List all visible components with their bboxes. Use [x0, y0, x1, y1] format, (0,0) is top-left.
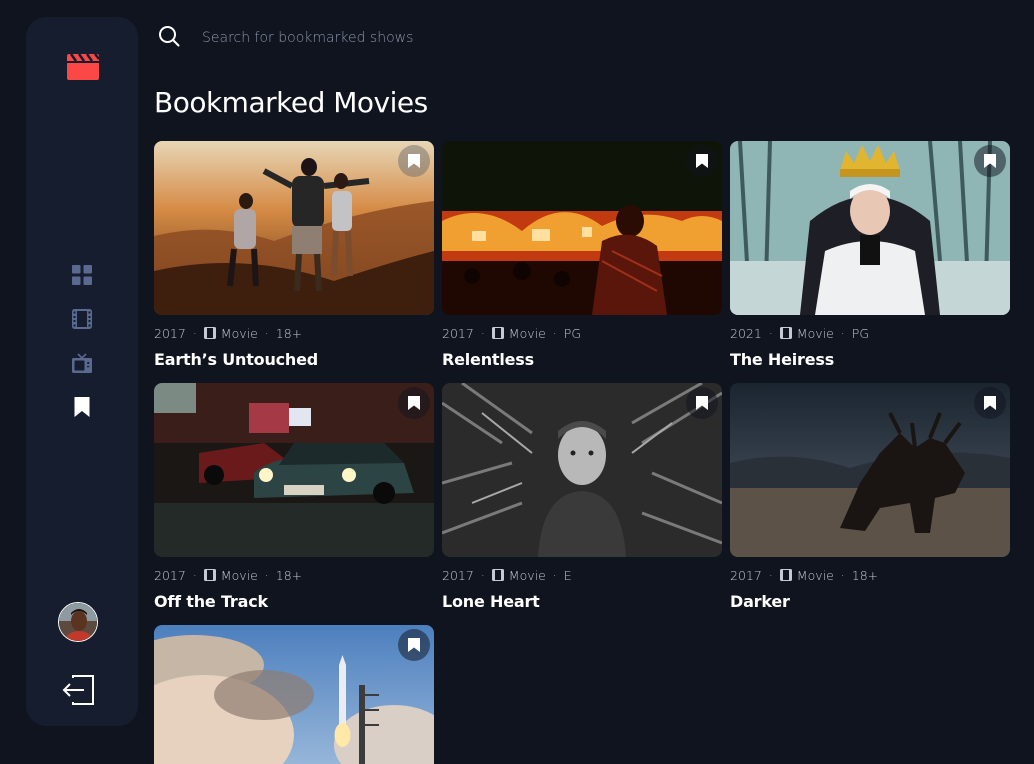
film-icon[interactable] [72, 309, 92, 329]
crowned-queen-image [730, 141, 1010, 315]
movie-category: Movie [796, 325, 834, 341]
movie-thumbnail[interactable] [442, 141, 722, 315]
boy-in-pines-image [442, 383, 722, 557]
bookmark-button[interactable] [686, 387, 718, 419]
bookmark-icon [408, 154, 420, 168]
movie-year: 2017 [442, 325, 474, 341]
page-title: Bookmarked Movies [154, 86, 428, 119]
movie-rating: 18+ [275, 325, 303, 341]
dark-creature-image [730, 383, 1010, 557]
tv-icon[interactable] [72, 353, 92, 373]
movie-card[interactable]: 2017 · Movie · 18+ Darker [730, 383, 1010, 611]
film-icon [491, 569, 504, 581]
movie-meta: 2021 · Movie · PG [730, 325, 870, 341]
bookmark-icon [984, 154, 996, 168]
film-icon [779, 327, 792, 339]
movie-rating: E [563, 567, 572, 583]
grid-icon[interactable] [72, 265, 92, 285]
movie-card[interactable]: 2017 · Movie · 18+ Earth’s Untouched [154, 141, 434, 369]
movie-rating: PG [851, 325, 870, 341]
movie-category: Movie [220, 567, 258, 583]
logout-icon[interactable] [62, 673, 96, 707]
movie-title[interactable]: Off the Track [154, 592, 434, 611]
cars-garage-image [154, 383, 434, 557]
movie-category: Movie [508, 567, 546, 583]
movie-category: Movie [508, 325, 546, 341]
film-icon [203, 569, 216, 581]
movie-rating: 18+ [275, 567, 303, 583]
bookmark-icon [408, 396, 420, 410]
bookmark-button[interactable] [974, 387, 1006, 419]
movie-meta: 2017 · Movie · 18+ [154, 325, 303, 341]
movie-thumbnail[interactable] [442, 383, 722, 557]
bookmark-icon [696, 396, 708, 410]
movie-meta: 2017 · Movie · E [442, 567, 572, 583]
bookmark-button[interactable] [974, 145, 1006, 177]
search-bar [158, 25, 998, 51]
bookmark-icon [984, 396, 996, 410]
movie-thumbnail[interactable] [730, 383, 1010, 557]
movie-year: 2017 [154, 567, 186, 583]
bookmark-button[interactable] [686, 145, 718, 177]
film-icon [203, 327, 216, 339]
movie-title[interactable]: Relentless [442, 350, 722, 369]
film-icon [779, 569, 792, 581]
fire-crowd-image [442, 141, 722, 315]
movie-category: Movie [220, 325, 258, 341]
film-icon [491, 327, 504, 339]
movie-meta: 2017 · Movie · 18+ [154, 567, 303, 583]
movie-year: 2021 [730, 325, 762, 341]
movie-thumbnail[interactable] [154, 383, 434, 557]
movie-card[interactable]: 2017 · Movie · E Lone Heart [442, 383, 722, 611]
movie-card[interactable]: 2017 · Movie · 18+ Off the Track [154, 383, 434, 611]
bookmark-icon [408, 638, 420, 652]
movie-title[interactable]: Earth’s Untouched [154, 350, 434, 369]
movie-rating: PG [563, 325, 582, 341]
movie-clapper-icon[interactable] [67, 54, 99, 80]
bookmark-button[interactable] [398, 145, 430, 177]
movie-year: 2017 [442, 567, 474, 583]
bookmark-icon[interactable] [72, 397, 92, 417]
movie-meta: 2017 · Movie · 18+ [730, 567, 879, 583]
movie-title[interactable]: Darker [730, 592, 1010, 611]
movie-category: Movie [796, 567, 834, 583]
movie-rating: 18+ [851, 567, 879, 583]
bookmark-button[interactable] [398, 629, 430, 661]
movie-title[interactable]: Lone Heart [442, 592, 722, 611]
bookmark-button[interactable] [398, 387, 430, 419]
movie-title[interactable]: The Heiress [730, 350, 1010, 369]
movie-meta: 2017 · Movie · PG [442, 325, 582, 341]
movie-thumbnail[interactable] [730, 141, 1010, 315]
movie-card[interactable] [154, 625, 434, 764]
rocket-launch-image [154, 625, 434, 764]
movie-card[interactable]: 2021 · Movie · PG The Heiress [730, 141, 1010, 369]
movie-year: 2017 [154, 325, 186, 341]
search-input[interactable] [202, 25, 982, 51]
search-icon [159, 26, 180, 47]
avatar[interactable] [58, 602, 98, 642]
movie-thumbnail[interactable] [154, 141, 434, 315]
movie-thumbnail[interactable] [154, 625, 434, 764]
sunset-hikers-image [154, 141, 434, 315]
sidebar [26, 17, 138, 726]
bookmark-icon [696, 154, 708, 168]
movie-year: 2017 [730, 567, 762, 583]
movie-card[interactable]: 2017 · Movie · PG Relentless [442, 141, 722, 369]
